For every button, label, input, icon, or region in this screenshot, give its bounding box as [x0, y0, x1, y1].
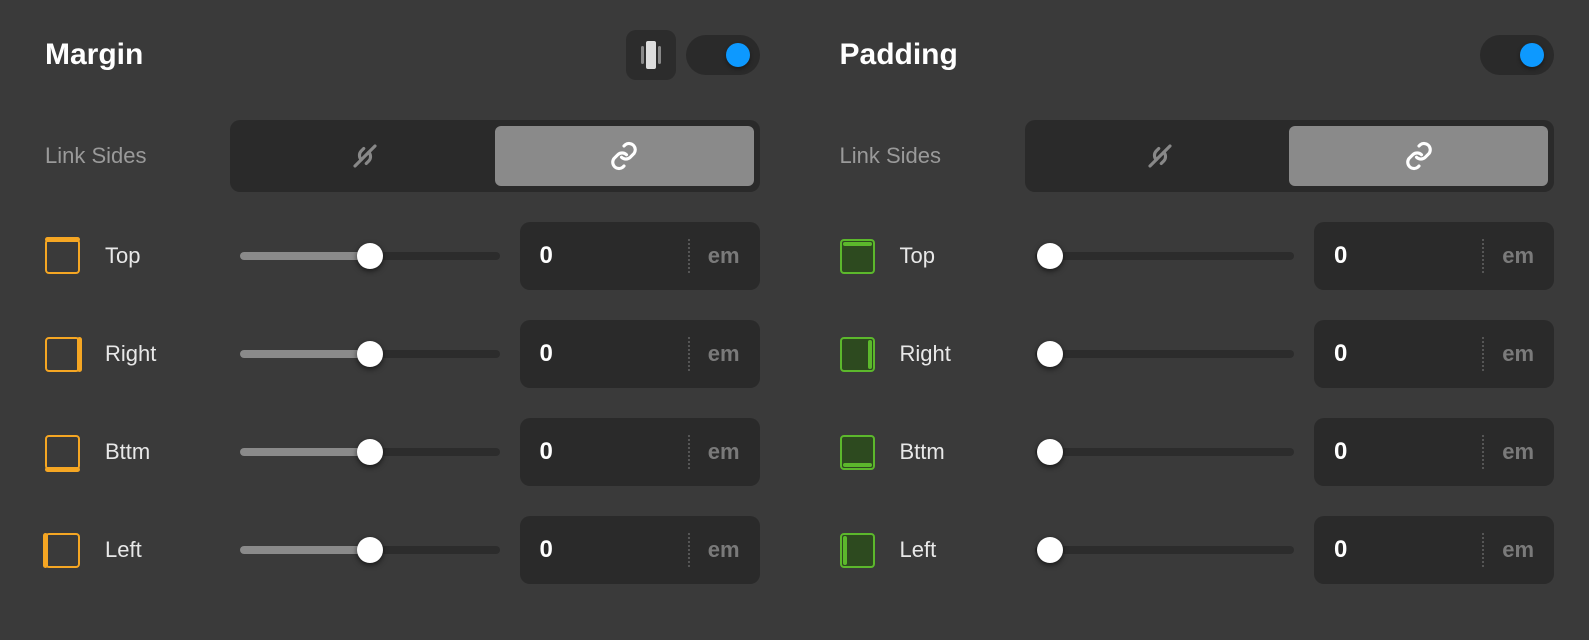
padding-link-sides-toggle[interactable]	[1025, 120, 1555, 192]
padding-left-unit-select[interactable]: em	[1502, 537, 1534, 563]
margin-bottom-label: Bttm	[105, 439, 230, 465]
padding-top-value-input[interactable]: 0	[1334, 242, 1464, 270]
padding-right-row: Right 0 em	[840, 320, 1555, 388]
link-icon	[609, 141, 639, 171]
padding-left-label: Left	[900, 537, 1025, 563]
margin-right-row: Right 0 em	[45, 320, 760, 388]
margin-bottom-row: Bttm 0 em	[45, 418, 760, 486]
padding-panel: Padding Link Sides	[795, 0, 1589, 640]
margin-panel: Margin Link Sides	[0, 0, 795, 640]
margin-link-sides-toggle[interactable]	[230, 120, 760, 192]
margin-link-sides-label: Link Sides	[45, 143, 230, 169]
margin-bottom-slider[interactable]	[240, 448, 500, 456]
margin-left-unit-select[interactable]: em	[708, 537, 740, 563]
link-icon	[1404, 141, 1434, 171]
margin-left-row: Left 0 em	[45, 516, 760, 584]
margin-right-label: Right	[105, 341, 230, 367]
padding-left-slider[interactable]	[1035, 546, 1295, 554]
padding-enable-toggle[interactable]	[1480, 35, 1554, 75]
margin-right-icon	[45, 337, 80, 372]
margin-left-icon	[45, 533, 80, 568]
margin-right-unit-select[interactable]: em	[708, 341, 740, 367]
padding-link-linked-option[interactable]	[1289, 126, 1548, 186]
margin-left-slider[interactable]	[240, 546, 500, 554]
margin-title: Margin	[45, 38, 143, 72]
margin-enable-toggle[interactable]	[686, 35, 760, 75]
padding-bottom-icon	[840, 435, 875, 470]
margin-link-linked-option[interactable]	[495, 126, 754, 186]
margin-top-row: Top 0 em	[45, 222, 760, 290]
padding-left-value-input[interactable]: 0	[1334, 536, 1464, 564]
padding-bottom-value-input[interactable]: 0	[1334, 438, 1464, 466]
padding-top-icon	[840, 239, 875, 274]
margin-bottom-unit-select[interactable]: em	[708, 439, 740, 465]
padding-top-slider[interactable]	[1035, 252, 1295, 260]
margin-right-value-input[interactable]: 0	[540, 340, 670, 368]
margin-link-unlinked-option[interactable]	[236, 126, 495, 186]
margin-top-slider[interactable]	[240, 252, 500, 260]
padding-top-unit-select[interactable]: em	[1502, 243, 1534, 269]
margin-top-label: Top	[105, 243, 230, 269]
padding-left-icon	[840, 533, 875, 568]
padding-bottom-slider[interactable]	[1035, 448, 1295, 456]
margin-auto-icon	[641, 41, 661, 69]
padding-top-row: Top 0 em	[840, 222, 1555, 290]
padding-right-label: Right	[900, 341, 1025, 367]
padding-title: Padding	[840, 38, 958, 72]
padding-right-value-input[interactable]: 0	[1334, 340, 1464, 368]
padding-bottom-row: Bttm 0 em	[840, 418, 1555, 486]
padding-bottom-unit-select[interactable]: em	[1502, 439, 1534, 465]
padding-top-label: Top	[900, 243, 1025, 269]
padding-right-slider[interactable]	[1035, 350, 1295, 358]
margin-bottom-value-input[interactable]: 0	[540, 438, 670, 466]
margin-top-value-input[interactable]: 0	[540, 242, 670, 270]
margin-top-icon	[45, 239, 80, 274]
unlink-icon	[1145, 141, 1175, 171]
margin-left-label: Left	[105, 537, 230, 563]
margin-top-unit-select[interactable]: em	[708, 243, 740, 269]
unlink-icon	[350, 141, 380, 171]
margin-right-slider[interactable]	[240, 350, 500, 358]
margin-bottom-icon	[45, 435, 80, 470]
padding-bottom-label: Bttm	[900, 439, 1025, 465]
padding-right-icon	[840, 337, 875, 372]
padding-right-unit-select[interactable]: em	[1502, 341, 1534, 367]
padding-link-sides-label: Link Sides	[840, 143, 1025, 169]
margin-left-value-input[interactable]: 0	[540, 536, 670, 564]
margin-auto-button[interactable]	[626, 30, 676, 80]
padding-left-row: Left 0 em	[840, 516, 1555, 584]
padding-link-unlinked-option[interactable]	[1031, 126, 1290, 186]
